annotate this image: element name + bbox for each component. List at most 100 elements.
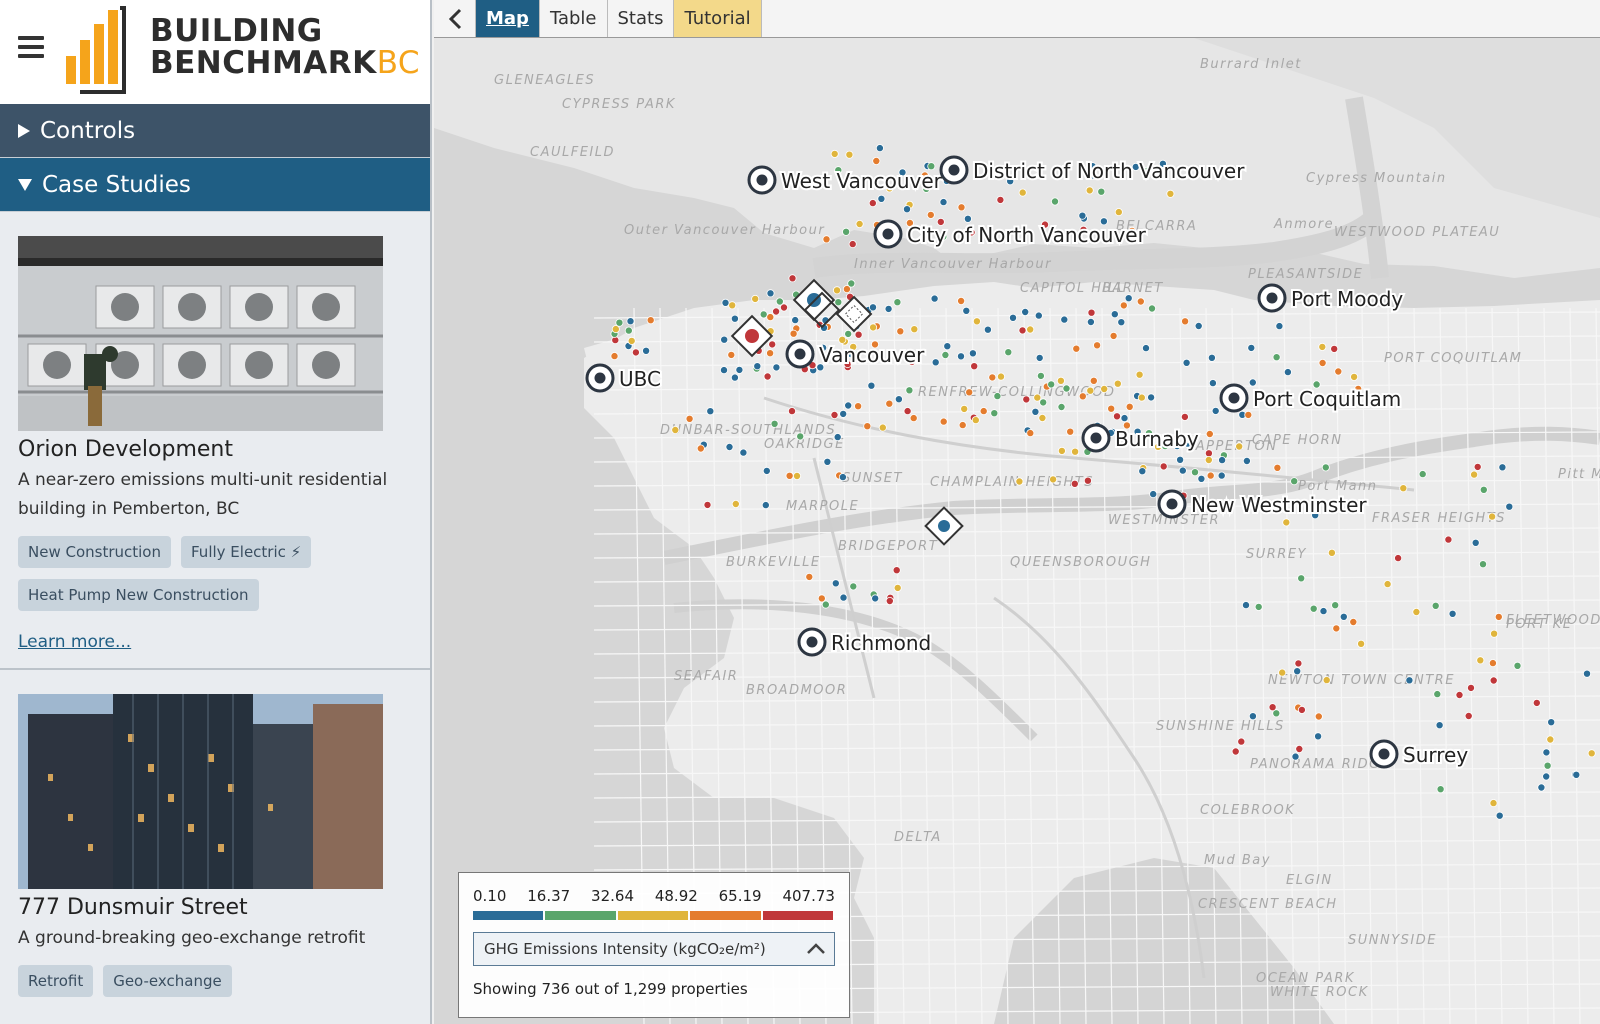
property-dot[interactable] bbox=[1282, 518, 1291, 527]
property-dot[interactable] bbox=[1435, 721, 1444, 730]
property-dot[interactable] bbox=[979, 407, 988, 416]
property-dot[interactable] bbox=[1206, 471, 1215, 480]
property-dot[interactable] bbox=[1394, 554, 1403, 563]
property-dot[interactable] bbox=[753, 362, 762, 371]
property-dot[interactable] bbox=[1033, 393, 1042, 402]
property-dot[interactable] bbox=[1242, 601, 1251, 610]
property-dot[interactable] bbox=[1136, 297, 1145, 306]
property-dot[interactable] bbox=[1294, 659, 1303, 668]
property-dot[interactable] bbox=[830, 149, 839, 158]
property-dot[interactable] bbox=[768, 340, 777, 349]
property-dot[interactable] bbox=[730, 314, 739, 323]
property-dot[interactable] bbox=[1278, 668, 1287, 677]
tab-stats[interactable]: Stats bbox=[608, 0, 675, 37]
property-dot[interactable] bbox=[1142, 344, 1151, 353]
property-dot[interactable] bbox=[1357, 639, 1366, 648]
property-dot[interactable] bbox=[1113, 412, 1122, 421]
property-dot[interactable] bbox=[770, 419, 779, 428]
property-dot[interactable] bbox=[706, 407, 715, 416]
property-dot[interactable] bbox=[805, 572, 814, 581]
property-dot[interactable] bbox=[842, 285, 851, 294]
property-dot[interactable] bbox=[885, 399, 894, 408]
property-dot[interactable] bbox=[1035, 353, 1044, 362]
property-dot[interactable] bbox=[1137, 393, 1146, 402]
property-dot[interactable] bbox=[965, 388, 974, 397]
property-dot[interactable] bbox=[1204, 449, 1213, 458]
property-dot[interactable] bbox=[1125, 402, 1134, 411]
property-dot[interactable] bbox=[962, 306, 971, 315]
property-dot[interactable] bbox=[963, 214, 972, 223]
property-dot[interactable] bbox=[834, 298, 843, 307]
property-dot[interactable] bbox=[1197, 474, 1206, 483]
property-dot[interactable] bbox=[993, 392, 1002, 401]
property-dot[interactable] bbox=[759, 310, 768, 319]
property-dot[interactable] bbox=[1235, 442, 1244, 451]
property-dot[interactable] bbox=[930, 294, 939, 303]
property-dot[interactable] bbox=[1038, 413, 1047, 422]
property-dot[interactable] bbox=[1314, 732, 1323, 741]
property-dot[interactable] bbox=[624, 326, 633, 335]
property-dot[interactable] bbox=[1473, 462, 1482, 471]
property-dot[interactable] bbox=[1181, 317, 1190, 326]
property-dot[interactable] bbox=[1083, 476, 1092, 485]
property-dot[interactable] bbox=[983, 325, 992, 334]
property-dot[interactable] bbox=[1093, 341, 1102, 350]
property-dot[interactable] bbox=[1117, 318, 1126, 327]
property-dot[interactable] bbox=[910, 325, 919, 334]
property-dot[interactable] bbox=[627, 336, 636, 345]
property-dot[interactable] bbox=[796, 432, 805, 441]
property-dot[interactable] bbox=[1490, 629, 1499, 638]
property-dot[interactable] bbox=[1022, 395, 1031, 404]
property-dot[interactable] bbox=[1107, 404, 1116, 413]
property-dot[interactable] bbox=[1060, 315, 1069, 324]
property-dot[interactable] bbox=[1086, 386, 1095, 395]
property-dot[interactable] bbox=[1149, 490, 1158, 499]
property-dot[interactable] bbox=[1494, 612, 1503, 621]
property-dot[interactable] bbox=[875, 144, 884, 153]
property-dot[interactable] bbox=[1087, 308, 1096, 317]
property-dot[interactable] bbox=[871, 594, 880, 603]
property-dot[interactable] bbox=[725, 442, 734, 451]
property-dot[interactable] bbox=[789, 329, 798, 338]
property-dot[interactable] bbox=[830, 410, 839, 419]
property-dot[interactable] bbox=[941, 350, 950, 359]
property-dot[interactable] bbox=[1138, 467, 1147, 476]
property-dot[interactable] bbox=[1339, 612, 1348, 621]
property-dot[interactable] bbox=[869, 323, 878, 332]
property-dot[interactable] bbox=[615, 318, 624, 327]
property-dot[interactable] bbox=[1089, 376, 1098, 385]
property-dot[interactable] bbox=[763, 372, 772, 381]
property-dot[interactable] bbox=[1436, 785, 1445, 794]
property-dot[interactable] bbox=[730, 373, 739, 382]
property-dot[interactable] bbox=[751, 294, 760, 303]
case-study-image[interactable] bbox=[18, 236, 383, 431]
property-dot[interactable] bbox=[1283, 368, 1292, 377]
property-dot[interactable] bbox=[728, 301, 737, 310]
property-dot[interactable] bbox=[892, 566, 901, 575]
property-dot[interactable] bbox=[1009, 313, 1018, 322]
property-dot[interactable] bbox=[838, 473, 847, 482]
property-dot[interactable] bbox=[939, 198, 948, 207]
property-dot[interactable] bbox=[1349, 618, 1358, 627]
property-dot[interactable] bbox=[731, 499, 740, 508]
property-dot[interactable] bbox=[894, 395, 903, 404]
property-dot[interactable] bbox=[821, 600, 830, 609]
property-dot[interactable] bbox=[868, 303, 877, 312]
tag-heat-pump-new-construction[interactable]: Heat Pump New Construction bbox=[18, 579, 259, 611]
property-dot[interactable] bbox=[775, 297, 784, 306]
property-dot[interactable] bbox=[1332, 624, 1341, 633]
property-dot[interactable] bbox=[1211, 406, 1220, 415]
property-dot[interactable] bbox=[1295, 745, 1304, 754]
property-dot[interactable] bbox=[1572, 770, 1581, 779]
property-dot[interactable] bbox=[1498, 463, 1507, 472]
property-dot[interactable] bbox=[1248, 712, 1257, 721]
property-dot[interactable] bbox=[626, 317, 635, 326]
property-dot[interactable] bbox=[1178, 466, 1187, 475]
property-dot[interactable] bbox=[1537, 783, 1546, 792]
property-dot[interactable] bbox=[766, 349, 775, 358]
property-dot[interactable] bbox=[1433, 690, 1442, 699]
property-dot[interactable] bbox=[1147, 393, 1156, 402]
property-dot[interactable] bbox=[909, 414, 918, 423]
property-dot[interactable] bbox=[1543, 761, 1552, 770]
property-dot[interactable] bbox=[1057, 402, 1066, 411]
